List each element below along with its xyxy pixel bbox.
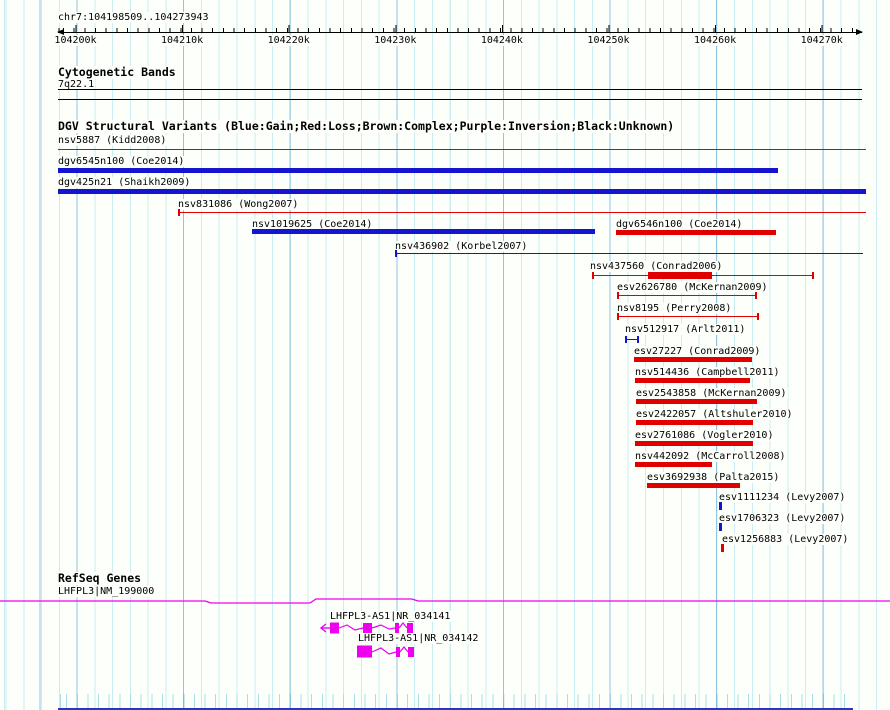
bottom-ruler [58, 694, 853, 710]
ruler-tick-label: 104240k [479, 35, 524, 46]
variant-label[interactable]: esv2761086 (Vogler2010) [634, 430, 775, 441]
variant-bar[interactable] [636, 399, 757, 404]
dgv-track-header: DGV Structural Variants (Blue:Gain;Red:L… [57, 119, 676, 133]
cytogenetic-bands-header: Cytogenetic Bands [57, 65, 177, 79]
variant-bar[interactable] [617, 292, 757, 299]
variant-inner-range [648, 272, 712, 279]
variant-label[interactable]: nsv5887 (Kidd2008) [57, 135, 168, 146]
region-title: chr7:104198509..104273943 [57, 12, 210, 23]
cytogenetic-band-box[interactable] [58, 89, 862, 100]
ruler-tick-label: 104260k [693, 35, 738, 46]
ruler-tick-label: 104270k [799, 35, 844, 46]
variant-point[interactable] [719, 523, 722, 531]
gene-structure-nr034142[interactable] [355, 644, 419, 660]
variant-label[interactable]: esv1706323 (Levy2007) [718, 513, 847, 524]
variant-label[interactable]: nsv437560 (Conrad2006) [589, 261, 724, 272]
variant-bar[interactable] [625, 336, 639, 343]
variant-label[interactable]: esv2626780 (McKernan2009) [616, 282, 769, 293]
variant-label[interactable]: dgv6545n100 (Coe2014) [57, 156, 186, 167]
variant-label[interactable]: nsv442092 (McCarroll2008) [634, 451, 787, 462]
variant-label[interactable]: esv1111234 (Levy2007) [718, 492, 847, 503]
ruler-tick-label: 104210k [160, 35, 205, 46]
ruler-tick-label: 104250k [586, 35, 631, 46]
variant-bar[interactable] [634, 357, 752, 362]
gene-lhfpl3-intron-line[interactable] [0, 596, 890, 606]
ruler-tick-label: 104200k [53, 35, 98, 46]
variant-label[interactable]: esv2543858 (McKernan2009) [635, 388, 788, 399]
variant-bar[interactable] [178, 209, 866, 216]
variant-label[interactable]: nsv8195 (Perry2008) [616, 303, 733, 314]
variant-bar[interactable] [647, 483, 740, 488]
variant-bar[interactable] [252, 229, 595, 234]
variant-point[interactable] [719, 502, 722, 510]
variant-label[interactable]: nsv831086 (Wong2007) [177, 199, 300, 210]
variant-bar[interactable] [635, 462, 712, 467]
refseq-track-header: RefSeq Genes [57, 571, 143, 585]
variant-label[interactable]: nsv436902 (Korbel2007) [394, 241, 529, 252]
variant-bar[interactable] [635, 441, 753, 446]
variant-bar[interactable] [617, 313, 759, 320]
variant-bar[interactable] [58, 168, 778, 173]
ruler-line [57, 29, 863, 35]
ruler-tick-label: 104220k [266, 35, 311, 46]
variant-label[interactable]: esv27227 (Conrad2009) [633, 346, 762, 357]
variant-label[interactable]: dgv425n21 (Shaikh2009) [57, 177, 192, 188]
variant-bar[interactable] [616, 230, 776, 235]
variant-label[interactable]: nsv512917 (Arlt2011) [624, 324, 747, 335]
variant-label[interactable]: esv3692938 (Palta2015) [646, 472, 781, 483]
variant-point[interactable] [721, 544, 724, 552]
ruler-tick-label: 104230k [373, 35, 418, 46]
variant-label[interactable]: dgv6546n100 (Coe2014) [615, 219, 744, 230]
variant-label[interactable]: nsv514436 (Campbell2011) [634, 367, 781, 378]
variant-bar[interactable] [58, 189, 866, 194]
variant-bar[interactable] [636, 420, 753, 425]
variant-bar[interactable] [592, 272, 814, 279]
variant-bar[interactable] [58, 149, 866, 150]
gene-label[interactable]: LHFPL3-AS1|NR_034142 [357, 633, 480, 644]
variant-bar[interactable] [635, 378, 750, 383]
variant-label[interactable]: esv1256883 (Levy2007) [721, 534, 850, 545]
variant-label[interactable]: esv2422057 (Altshuler2010) [635, 409, 794, 420]
variant-bar[interactable] [395, 250, 863, 257]
